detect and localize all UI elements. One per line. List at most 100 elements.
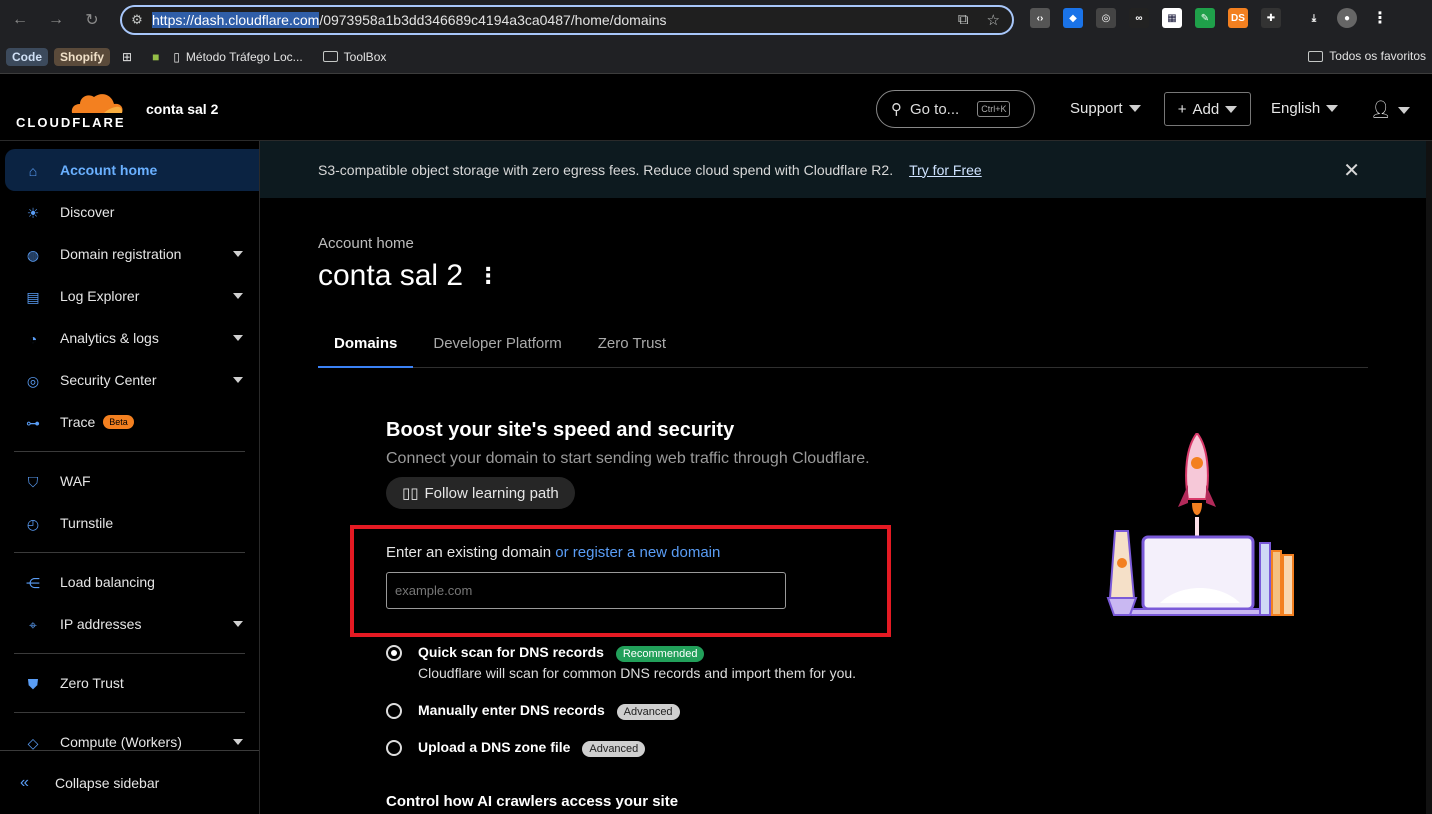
register-domain-link[interactable]: or register a new domain xyxy=(555,544,720,561)
shortcut-hint: Ctrl+K xyxy=(977,101,1011,117)
add-button[interactable]: + Add xyxy=(1164,92,1251,126)
add-label: Add xyxy=(1192,100,1220,118)
puzzle-extension-icon[interactable]: ✚ xyxy=(1261,8,1281,28)
chevron-down-icon xyxy=(1397,106,1410,114)
onboarding-heading: Boost your site's speed and security xyxy=(386,419,735,441)
site-settings-icon[interactable]: ⚙ xyxy=(122,12,152,28)
trace-icon: ⊶ xyxy=(26,414,40,431)
profile-avatar-icon[interactable]: ● xyxy=(1337,8,1357,28)
cloudflare-logo[interactable]: CLOUDFLARE xyxy=(16,87,126,131)
option-title: Upload a DNS zone file xyxy=(418,739,571,755)
folder-icon xyxy=(322,51,338,62)
ds-extension-icon[interactable]: DS xyxy=(1228,8,1248,28)
sidebar-item-waf[interactable]: ⛉ WAF xyxy=(0,460,259,502)
collapse-label: Collapse sidebar xyxy=(55,774,160,791)
address-bar[interactable]: ⚙ https://dash.cloudflare.com/0973958a1b… xyxy=(120,5,1014,35)
grid-extension-icon[interactable]: ▦ xyxy=(1162,8,1182,28)
collapse-sidebar-button[interactable]: « Collapse sidebar xyxy=(0,750,259,814)
bookmark-star-icon[interactable]: ☆ xyxy=(987,11,1000,29)
tab-zero-trust[interactable]: Zero Trust xyxy=(582,327,682,368)
domain-field-label: Enter an existing domain or register a n… xyxy=(386,544,720,561)
forward-arrow-icon[interactable]: → xyxy=(42,6,70,34)
code-extension-icon[interactable]: ‹› xyxy=(1030,8,1050,28)
download-icon[interactable]: ⤓ xyxy=(1304,8,1324,28)
globe-extension-icon[interactable]: ◎ xyxy=(1096,8,1116,28)
sidebar-item-log-explorer[interactable]: ▤ Log Explorer xyxy=(0,275,259,317)
tab-developer-platform[interactable]: Developer Platform xyxy=(417,327,577,368)
ai-crawlers-heading: Control how AI crawlers access your site xyxy=(386,793,679,810)
link-extension-icon[interactable]: ∞ xyxy=(1129,8,1149,28)
page-scrollbar[interactable] xyxy=(1426,141,1432,814)
radio-quick-scan[interactable] xyxy=(386,645,402,661)
breadcrumb[interactable]: Account home xyxy=(318,235,414,252)
sidebar-item-security-center[interactable]: ◎ Security Center xyxy=(0,359,259,401)
language-menu[interactable]: English xyxy=(1271,100,1339,117)
chevron-down-icon xyxy=(233,251,243,257)
all-bookmarks[interactable]: Todos os favoritos xyxy=(1308,49,1426,63)
radio-upload-zone[interactable] xyxy=(386,740,402,756)
apps-grid-icon[interactable]: ⊞ xyxy=(122,50,132,64)
main-content: S3-compatible object storage with zero e… xyxy=(260,141,1432,814)
banner-text: S3-compatible object storage with zero e… xyxy=(318,161,894,178)
sidebar-item-label: IP addresses xyxy=(60,616,142,632)
goto-search[interactable]: ⚲ Go to... Ctrl+K xyxy=(876,90,1035,128)
sidebar-item-discover[interactable]: ☀ Discover xyxy=(0,191,259,233)
promo-banner: S3-compatible object storage with zero e… xyxy=(260,141,1432,198)
support-menu[interactable]: Support xyxy=(1070,100,1141,117)
sidebar-item-label: Turnstile xyxy=(60,515,114,531)
user-menu[interactable]: 👤︎ xyxy=(1370,100,1410,120)
target-icon: ◎ xyxy=(26,372,40,389)
sidebar-item-trace[interactable]: ⊶ Trace Beta xyxy=(0,401,259,443)
reload-icon[interactable]: ↻ xyxy=(78,6,106,34)
more-options-icon[interactable]: ⋮ xyxy=(477,263,499,289)
sidebar-item-label: Discover xyxy=(60,204,115,220)
evernote-extension-icon[interactable]: ✎ xyxy=(1195,8,1215,28)
account-name[interactable]: conta sal 2 xyxy=(146,101,218,117)
sidebar-divider xyxy=(14,653,245,654)
double-chevron-left-icon: « xyxy=(20,773,29,791)
chevron-down-icon xyxy=(233,739,243,745)
tag-extension-icon[interactable]: ◆ xyxy=(1063,8,1083,28)
sidebar-item-label: Trace xyxy=(60,414,96,430)
domain-input[interactable] xyxy=(386,572,786,609)
pie-chart-icon: ◔ xyxy=(28,331,38,347)
bookmarks-bar: Code Shopify ⊞ ■ ▯ Método Tráfego Loc... … xyxy=(0,40,1432,74)
sidebar-item-label: Account home xyxy=(60,162,158,178)
logo-text: CLOUDFLARE xyxy=(16,115,126,130)
option-quick-scan[interactable]: Quick scan for DNS records Recommended C… xyxy=(386,644,856,681)
chevron-down-icon xyxy=(233,377,243,383)
option-description: Cloudflare will scan for common DNS reco… xyxy=(418,665,857,681)
chevron-down-icon xyxy=(233,621,243,627)
bookmark-shopify[interactable]: Shopify xyxy=(54,47,110,66)
option-upload-zone[interactable]: Upload a DNS zone file Advanced xyxy=(386,739,646,757)
sidebar-item-domain-registration[interactable]: ◍ Domain registration xyxy=(0,233,259,275)
option-manual-dns[interactable]: Manually enter DNS records Advanced xyxy=(386,702,680,720)
follow-learning-path-button[interactable]: ▯▯ Follow learning path xyxy=(386,477,575,509)
sidebar-item-zero-trust[interactable]: ⛊ Zero Trust xyxy=(0,662,259,704)
url-text[interactable]: https://dash.cloudflare.com/0973958a1b3d… xyxy=(152,12,667,28)
back-arrow-icon[interactable]: ← xyxy=(6,6,34,34)
bookmark-toolbox[interactable]: ToolBox xyxy=(322,50,386,64)
sidebar-item-label: Security Center xyxy=(60,372,157,388)
close-icon[interactable]: ✕ xyxy=(1343,158,1360,183)
sidebar-item-label: Zero Trust xyxy=(60,675,124,691)
cloud-icon xyxy=(71,94,123,113)
install-app-icon[interactable]: ⧉ xyxy=(958,11,969,29)
onboarding-intro: Boost your site's speed and security Con… xyxy=(386,419,870,468)
sidebar-item-load-balancing[interactable]: ⋲ Load balancing xyxy=(0,561,259,603)
chevron-down-icon xyxy=(233,293,243,299)
sidebar-item-account-home[interactable]: ⌂ Account home xyxy=(5,149,259,191)
menu-dots-icon[interactable]: ⋮ xyxy=(1370,8,1390,28)
bookmark-code[interactable]: Code xyxy=(6,47,48,66)
sidebar-item-ip-addresses[interactable]: ⌖ IP addresses xyxy=(0,603,259,645)
bookmark-shopify-bag[interactable]: ■ xyxy=(152,50,159,64)
try-for-free-link[interactable]: Try for Free xyxy=(909,162,982,178)
book-icon: ▯▯ xyxy=(402,485,419,502)
sidebar: ⌂ Account home ☀ Discover ◍ Domain registra… xyxy=(0,141,260,814)
goto-label: Go to... xyxy=(910,100,960,118)
sidebar-item-analytics-logs[interactable]: ◔ Analytics & logs xyxy=(0,317,259,359)
sidebar-item-turnstile[interactable]: ◴ Turnstile xyxy=(0,502,259,544)
tab-domains[interactable]: Domains xyxy=(318,327,414,368)
radio-manual-dns[interactable] xyxy=(386,703,402,719)
bookmark-metodo[interactable]: ▯ Método Tráfego Loc... xyxy=(173,50,302,64)
